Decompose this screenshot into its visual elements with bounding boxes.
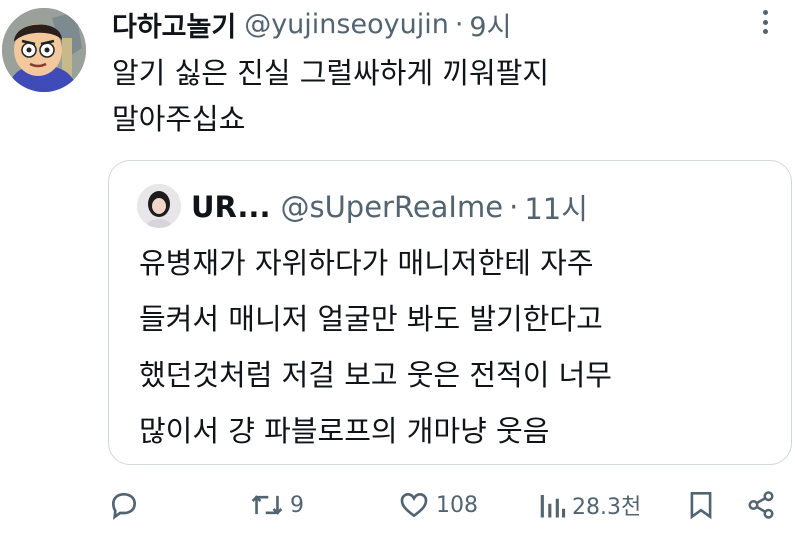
quote-header: UR... @sUperReaIme · 11시	[191, 185, 588, 229]
tweet-text-line: 알기 싫은 진실 그럴싸하게 끼워팔지	[112, 56, 550, 90]
views-count: 28.3천	[572, 495, 642, 520]
tweet-text-line: 말아주십쇼	[112, 102, 246, 136]
quote-author-avatar[interactable]	[137, 184, 181, 228]
quote-separator-dot: ·	[509, 190, 519, 224]
views-chart-icon	[540, 495, 566, 518]
tweet-header: 다하고놀기 @yujinseoyujin · 9시	[112, 4, 511, 44]
author-avatar[interactable]	[2, 8, 86, 92]
reply-button[interactable]	[108, 488, 140, 522]
like-button[interactable]: 108	[398, 488, 478, 522]
share-button[interactable]	[746, 488, 776, 522]
bookmark-button[interactable]	[688, 488, 714, 522]
quote-text: 유병재가 자위하다가 매니저한테 자주 들켜서 매니저 얼굴만 봐도 발기한다고…	[139, 235, 779, 459]
like-count: 108	[436, 492, 478, 518]
action-bar: 9 108 28.3천	[0, 480, 795, 530]
tweet-text: 알기 싫은 진실 그럴싸하게 끼워팔지 말아주십쇼	[112, 50, 772, 142]
quote-author-handle[interactable]: @sUperReaIme	[280, 190, 503, 224]
retweet-count: 9	[290, 492, 304, 518]
quoted-tweet[interactable]: UR... @sUperReaIme · 11시 유병재가 자위하다가 매니저한…	[108, 160, 792, 465]
quote-text-line: 유병재가 자위하다가 매니저한테 자주	[139, 246, 594, 280]
author-handle[interactable]: @yujinseoyujin	[244, 9, 449, 40]
bookmark-icon	[690, 492, 712, 520]
heart-icon	[400, 492, 428, 518]
quote-author-name[interactable]: UR...	[191, 190, 270, 224]
author-name[interactable]: 다하고놀기	[112, 5, 236, 44]
retweet-button[interactable]: 9	[250, 488, 304, 522]
views-button[interactable]: 28.3천	[538, 488, 641, 522]
share-icon	[748, 491, 774, 519]
quote-text-line: 했던것처럼 저걸 보고 웃은 전적이 너무	[139, 358, 612, 392]
tweet-time[interactable]: 9시	[469, 5, 511, 44]
quote-text-line: 들켜서 매니저 얼굴만 봐도 발기한다고	[139, 302, 603, 336]
more-options-icon[interactable]	[753, 10, 777, 34]
retweet-icon	[251, 495, 283, 515]
reply-icon	[111, 492, 137, 520]
separator-dot: ·	[454, 8, 464, 40]
quote-time[interactable]: 11시	[524, 186, 588, 228]
quote-text-line: 많이서 걍 파블로프의 개마냥 웃음	[139, 414, 550, 448]
